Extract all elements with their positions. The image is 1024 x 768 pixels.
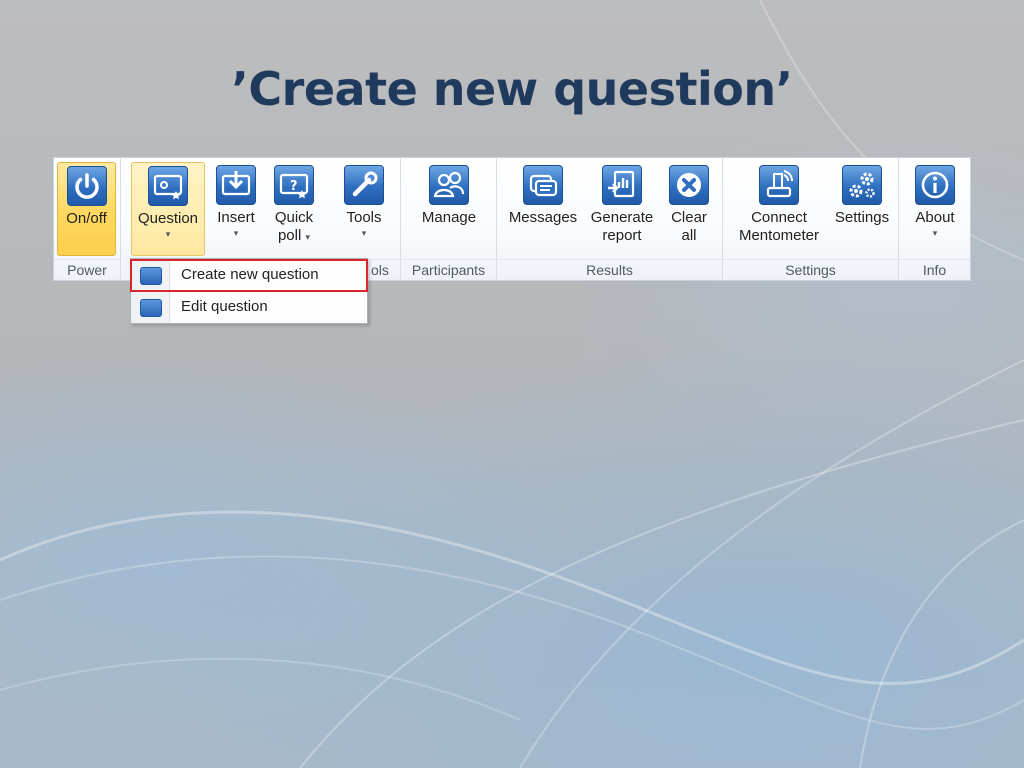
question-dropdown-menu: Create new question Edit question — [130, 258, 368, 324]
info-icon — [915, 165, 955, 205]
messages-icon — [523, 165, 563, 205]
messages-label: Messages — [508, 209, 578, 226]
edit-question-label: Edit question — [181, 298, 268, 315]
about-dropdown-caret: ▾ — [932, 228, 938, 238]
insert-dropdown-caret: ▾ — [233, 228, 239, 238]
tools-dropdown-caret: ▾ — [361, 228, 367, 238]
quick-poll-label-line2-row: poll ▾ — [266, 227, 322, 246]
quick-poll-label-line1: Quick — [274, 209, 314, 226]
ribbon-group-power: On/off Power — [54, 158, 121, 280]
tools-label: Tools — [346, 209, 382, 226]
menu-item-edit-question[interactable]: Edit question — [131, 292, 367, 322]
group-label-power: Power — [54, 259, 120, 280]
connect-device-icon — [759, 165, 799, 205]
question-icon — [140, 267, 162, 285]
power-icon — [66, 166, 107, 206]
report-icon — [602, 165, 642, 205]
menu-item-create-new-question[interactable]: Create new question — [130, 259, 368, 292]
quick-poll-label-line2: poll — [277, 227, 302, 244]
clear-all-button[interactable]: Clear all — [661, 162, 717, 256]
slide-background: ’Create new question’ On/off Power Quest… — [0, 0, 1024, 768]
generate-report-label-line2: report — [602, 227, 642, 244]
on-off-button[interactable]: On/off — [57, 162, 116, 256]
create-new-question-label: Create new question — [181, 266, 319, 283]
ribbon-group-info: About ▾ Info — [899, 158, 970, 280]
manage-label: Manage — [421, 209, 477, 226]
messages-button[interactable]: Messages — [505, 162, 581, 256]
group-label-participants: Participants — [401, 259, 496, 280]
clear-all-label-line2: all — [681, 227, 697, 244]
quick-poll-button[interactable]: ? Quick poll ▾ — [266, 162, 322, 256]
wrench-icon — [344, 165, 384, 205]
insert-button[interactable]: Insert ▾ — [208, 162, 264, 256]
group-label-info: Info — [899, 259, 970, 280]
settings-label: Settings — [834, 209, 890, 226]
settings-button[interactable]: Settings — [829, 162, 895, 256]
quick-poll-dropdown-caret: ▾ — [305, 232, 311, 242]
clear-x-icon — [669, 165, 709, 205]
question-icon — [140, 299, 162, 317]
group-label-settings: Settings — [723, 259, 898, 280]
question-label: Question — [137, 210, 199, 227]
generate-report-label-line1: Generate — [590, 209, 654, 226]
ribbon-group-settings: Connect Mentometer Settings Settings — [723, 158, 899, 280]
on-off-label: On/off — [66, 210, 107, 227]
question-button[interactable]: Question ▾ — [131, 162, 205, 256]
group-label-results: Results — [497, 259, 722, 280]
about-label: About — [915, 209, 955, 226]
ribbon-group-participants: Manage Participants — [401, 158, 497, 280]
about-button[interactable]: About ▾ — [905, 162, 965, 256]
participants-icon — [429, 165, 469, 205]
insert-label: Insert — [217, 209, 255, 226]
slide-title: ’Create new question’ — [231, 62, 793, 116]
generate-report-button[interactable]: Generate report — [585, 162, 659, 256]
manage-button[interactable]: Manage — [415, 162, 483, 256]
tools-button[interactable]: Tools ▾ — [334, 162, 394, 256]
connect-mentometer-button[interactable]: Connect Mentometer — [729, 162, 829, 256]
clear-all-label-line1: Clear — [671, 209, 707, 226]
svg-text:?: ? — [290, 179, 298, 194]
quick-poll-icon: ? — [274, 165, 314, 205]
insert-download-icon — [216, 165, 256, 205]
question-screen-icon — [148, 166, 188, 206]
connect-label-line2: Mentometer — [738, 227, 820, 244]
question-dropdown-caret: ▾ — [165, 229, 171, 239]
connect-label-line1: Connect — [751, 209, 807, 226]
gears-icon — [842, 165, 882, 205]
ribbon-group-results: Messages Generate report Clear all Resul… — [497, 158, 723, 280]
